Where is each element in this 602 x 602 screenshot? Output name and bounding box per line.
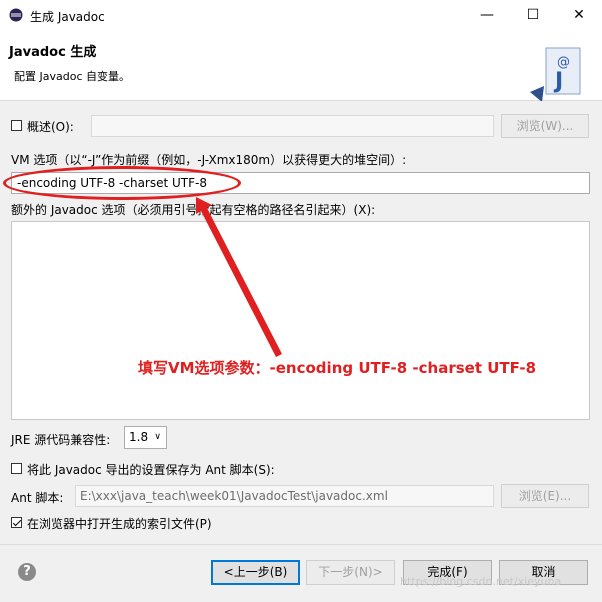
ant-browse-button[interactable]: 浏览(E)... bbox=[501, 484, 589, 508]
wizard-header: Javadoc 生成 配置 Javadoc 自变量。 @ J bbox=[0, 30, 602, 102]
annotation-text: 填写VM选项参数：-encoding UTF-8 -charset UTF-8 bbox=[138, 359, 537, 377]
help-icon[interactable]: ? bbox=[18, 563, 36, 581]
save-ant-label: 将此 Javadoc 导出的设置保存为 Ant 脚本(S): bbox=[27, 463, 275, 477]
javadoc-banner-icon: @ J bbox=[530, 47, 581, 102]
overview-browse-button[interactable]: 浏览(W)... bbox=[501, 114, 589, 138]
footer-divider bbox=[0, 544, 602, 545]
close-button[interactable]: ✕ bbox=[556, 0, 602, 30]
back-button[interactable]: <上一步(B) bbox=[211, 560, 300, 585]
save-ant-checkbox[interactable] bbox=[11, 463, 22, 474]
page-title: Javadoc 生成 bbox=[9, 45, 97, 60]
at-glyph: @ bbox=[557, 55, 570, 70]
minimize-button[interactable]: — bbox=[464, 0, 510, 30]
extra-options-textarea[interactable] bbox=[11, 221, 590, 420]
jre-label: JRE 源代码兼容性: bbox=[11, 433, 111, 447]
page-description: 配置 Javadoc 自变量。 bbox=[14, 70, 130, 83]
extra-options-label: 额外的 Javadoc 选项（必须用引号括起有空格的路径名引起来）(X): bbox=[11, 203, 376, 217]
annotation-ellipse bbox=[3, 166, 241, 200]
ant-script-field[interactable]: E:\xxx\java_teach\week01\JavadocTest\jav… bbox=[75, 485, 494, 507]
maximize-button[interactable]: ☐ bbox=[510, 0, 556, 30]
open-browser-checkbox[interactable] bbox=[11, 517, 22, 528]
next-button[interactable]: 下一步(N)> bbox=[306, 560, 395, 585]
jre-select[interactable]: 1.8 ∨ bbox=[124, 426, 167, 449]
ant-script-label: Ant 脚本: bbox=[11, 491, 64, 505]
j-glyph: J bbox=[553, 69, 563, 94]
title-bar: 生成 Javadoc — ☐ ✕ bbox=[0, 0, 602, 30]
overview-checkbox[interactable] bbox=[11, 120, 22, 131]
vm-options-label: VM 选项（以“-J”作为前缀（例如，-J-Xmx180m）以获得更大的堆空间）… bbox=[11, 153, 407, 167]
open-browser-label: 在浏览器中打开生成的索引文件(P) bbox=[27, 517, 212, 531]
eclipse-app-icon bbox=[9, 8, 23, 22]
chevron-down-icon: ∨ bbox=[154, 432, 161, 442]
window-title: 生成 Javadoc bbox=[30, 10, 105, 24]
overview-label: 概述(O): bbox=[27, 120, 74, 134]
jre-selected-value: 1.8 bbox=[129, 430, 149, 444]
overview-field[interactable] bbox=[91, 115, 494, 137]
watermark: https://blog.csdn.net/xieyuna bbox=[400, 575, 562, 588]
